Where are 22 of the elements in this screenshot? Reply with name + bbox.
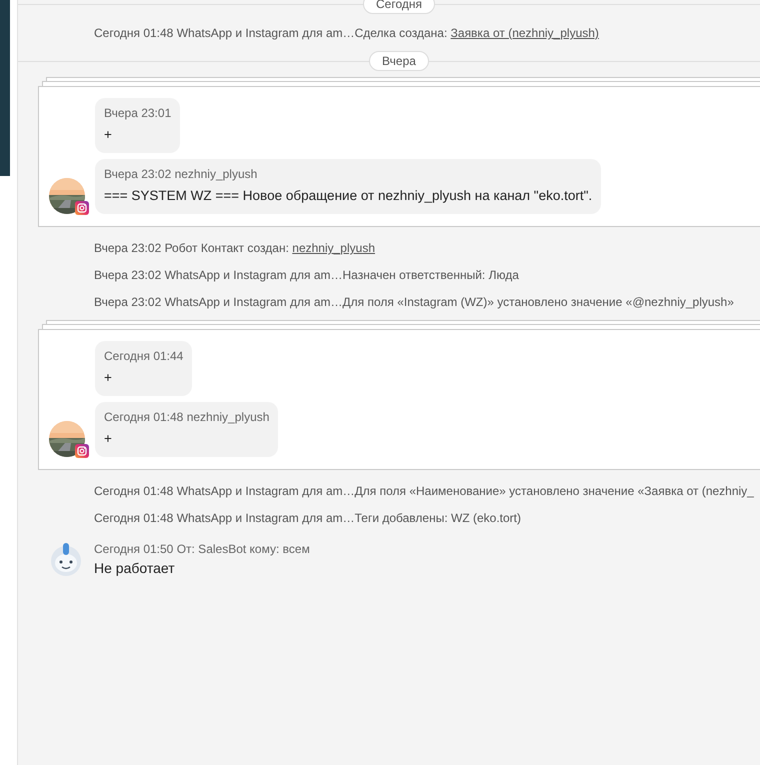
message-header: Вчера 23:02 nezhniy_plyush: [104, 166, 258, 182]
link[interactable]: nezhniy_plyush: [292, 241, 375, 255]
message-text: +: [104, 369, 113, 387]
message-text: +: [104, 126, 113, 144]
link[interactable]: Заявка от (nezhniy_plyush): [450, 26, 599, 40]
event-note: Вчера 23:02 WhatsApp и Instagram для am…Назначен ответственный: Люда: [94, 267, 520, 284]
robot-icon: [48, 541, 84, 577]
event-note: Вчера 23:02 WhatsApp и Instagram для am…Для поля «Instagram (WZ)» установлено значение «@nezhniy_plyush»: [94, 294, 735, 311]
message-header: Сегодня 01:44: [104, 348, 184, 364]
message-header: Сегодня 01:48 nezhniy_plyush: [104, 409, 270, 425]
instagram-icon: [75, 444, 89, 458]
event-note: Сегодня 01:48 WhatsApp и Instagram для am…Для поля «Наименование» установлено значение «Заявка от (nezhniy_: [94, 483, 755, 500]
message-header: Вчера 23:01: [104, 105, 172, 121]
message-text: === SYSTEM WZ === Новое обращение от nezhniy_plyush на канал "eko.tort".: [104, 187, 592, 205]
date-divider: Вчера: [369, 51, 429, 71]
message-header: Сегодня 01:50 От: SalesBot кому: всем: [94, 541, 310, 557]
message-text: +: [104, 430, 113, 448]
event-note: Сегодня 01:48 WhatsApp и Instagram для am…Теги добавлены: WZ (eko.tort): [94, 510, 522, 527]
event-note: Вчера 23:02 Робот Контакт создан: nezhniy_plyush: [94, 240, 376, 257]
message-text: Не работает: [94, 560, 176, 576]
instagram-icon: [75, 201, 89, 215]
event-note: Сегодня 01:48 WhatsApp и Instagram для am…Сделка создана: Заявка от (nezhniy_plyush): [94, 25, 600, 42]
